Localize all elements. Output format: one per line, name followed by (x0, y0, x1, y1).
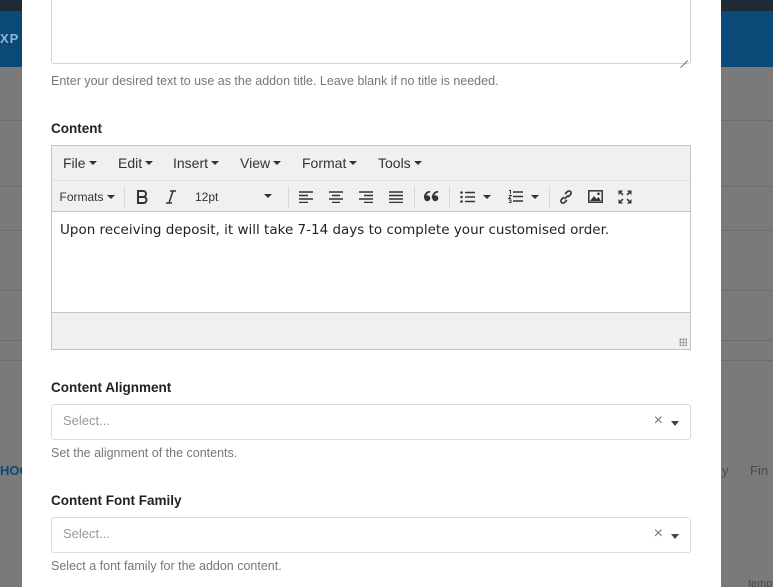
content-alignment-select[interactable]: Select... × (51, 404, 691, 440)
chevron-down-icon (211, 161, 220, 165)
clear-icon[interactable]: × (654, 412, 663, 430)
toolbar-separator (449, 186, 450, 208)
chevron-down-icon (264, 194, 272, 198)
content-alignment-help-text: Set the alignment of the contents. (51, 446, 238, 460)
menu-format-label: Format (302, 155, 347, 171)
background-header-text: XP (0, 31, 20, 46)
resize-grip-icon[interactable] (680, 53, 688, 61)
chevron-down-icon (106, 194, 115, 199)
editor-paragraph[interactable]: Upon receiving deposit, it will take 7-1… (60, 222, 682, 238)
editor-statusbar (52, 312, 690, 349)
title-textarea[interactable] (51, 0, 691, 64)
chevron-down-icon (482, 194, 491, 199)
chevron-down-icon[interactable] (671, 534, 679, 539)
link-icon (559, 189, 573, 204)
content-font-family-select[interactable]: Select... × (51, 517, 691, 553)
chevron-down-icon (145, 161, 154, 165)
italic-icon (165, 189, 177, 204)
fullscreen-button[interactable] (613, 181, 637, 212)
background-side-text-right-3: temp (748, 578, 773, 587)
italic-button[interactable] (159, 181, 183, 212)
menu-tools[interactable]: Tools (378, 155, 422, 171)
link-button[interactable] (554, 181, 578, 212)
fullscreen-icon (618, 190, 632, 204)
bold-icon (136, 189, 148, 204)
align-center-icon (329, 190, 343, 203)
clear-icon[interactable]: × (654, 525, 663, 543)
numbered-list-icon (507, 190, 523, 203)
chevron-down-icon (530, 194, 539, 199)
menu-tools-label: Tools (378, 155, 411, 171)
menu-edit[interactable]: Edit (118, 155, 154, 171)
image-icon (587, 190, 603, 203)
resize-grip-icon[interactable] (679, 338, 687, 346)
font-size-value: 12pt (195, 189, 219, 204)
font-size-dropdown[interactable]: 12pt (190, 181, 282, 212)
title-help-text: Enter your desired text to use as the ad… (51, 74, 499, 88)
background-side-text-right-2: Fin (750, 463, 769, 478)
align-justify-icon (389, 190, 403, 203)
align-center-button[interactable] (324, 181, 348, 212)
blockquote-icon (423, 191, 439, 202)
formats-label: Formats (59, 189, 104, 204)
content-alignment-placeholder: Select... (63, 413, 110, 428)
bullet-list-icon (459, 190, 475, 203)
editor-menubar: File Edit Insert View Format Tools (52, 146, 690, 181)
bullet-list-button[interactable] (455, 181, 495, 212)
menu-view-label: View (240, 155, 271, 171)
content-alignment-label: Content Alignment (51, 380, 172, 395)
chevron-down-icon (88, 161, 97, 165)
editor-content-area[interactable]: Upon receiving deposit, it will take 7-1… (52, 212, 690, 313)
menu-insert-label: Insert (173, 155, 209, 171)
chevron-down-icon (349, 161, 358, 165)
bold-button[interactable] (130, 181, 154, 212)
content-font-family-label: Content Font Family (51, 493, 182, 508)
toolbar-separator (288, 186, 289, 208)
menu-format[interactable]: Format (302, 155, 358, 171)
content-font-family-help-text: Select a font family for the addon conte… (51, 559, 282, 573)
editor-toolbar: Formats 12pt (52, 181, 690, 212)
chevron-down-icon (413, 161, 422, 165)
align-justify-button[interactable] (384, 181, 408, 212)
align-left-icon (299, 190, 313, 203)
menu-view[interactable]: View (240, 155, 282, 171)
background-side-text-right-1: y (722, 463, 729, 478)
formats-dropdown[interactable]: Formats (56, 181, 118, 212)
content-font-family-placeholder: Select... (63, 526, 110, 541)
blockquote-button[interactable] (419, 181, 443, 212)
toolbar-separator (124, 186, 125, 208)
content-label: Content (51, 121, 102, 136)
toolbar-separator (414, 186, 415, 208)
chevron-down-icon (273, 161, 282, 165)
menu-file-label: File (63, 155, 86, 171)
menu-edit-label: Edit (118, 155, 143, 171)
rich-text-editor: File Edit Insert View Format Tools Forma… (51, 145, 691, 350)
menu-file[interactable]: File (63, 155, 97, 171)
addon-settings-modal: Enter your desired text to use as the ad… (22, 0, 721, 587)
toolbar-separator (549, 186, 550, 208)
menu-insert[interactable]: Insert (173, 155, 220, 171)
numbered-list-button[interactable] (502, 181, 544, 212)
image-button[interactable] (583, 181, 607, 212)
align-left-button[interactable] (294, 181, 318, 212)
align-right-icon (359, 190, 373, 203)
align-right-button[interactable] (354, 181, 378, 212)
chevron-down-icon[interactable] (671, 421, 679, 426)
